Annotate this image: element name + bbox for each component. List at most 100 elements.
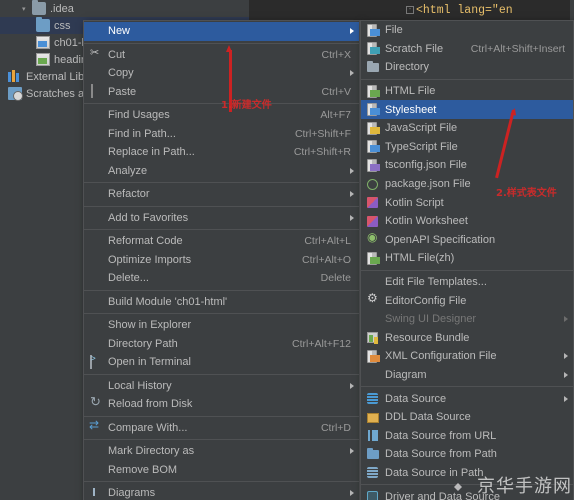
file-blue-icon	[367, 23, 380, 37]
blank-icon	[88, 319, 105, 332]
blank-icon	[88, 272, 105, 285]
submenu-separator	[361, 269, 573, 271]
submenu-item-tsconfig-json-file[interactable]: tsconfig.json File	[361, 156, 573, 175]
menu-item-reformat-code[interactable]: Reformat Code Ctrl+Alt+L	[84, 232, 359, 251]
menu-separator	[84, 373, 359, 375]
menu-item-local-history[interactable]: Local History	[84, 377, 359, 396]
blank-icon	[88, 445, 105, 458]
submenu-item-data-source[interactable]: Data Source	[361, 389, 573, 408]
menu-item-diagrams[interactable]: Diagrams	[84, 484, 359, 500]
compare-icon	[88, 418, 105, 434]
menu-item-show-in-explorer[interactable]: Show in Explorer	[84, 316, 359, 335]
menu-item-analyze[interactable]: Analyze	[84, 162, 359, 181]
ddl-data-source-icon	[367, 412, 379, 423]
blank-icon	[88, 164, 105, 177]
menu-item-build-module[interactable]: Build Module 'ch01-html'	[84, 293, 359, 312]
menu-item-remove-bom[interactable]: Remove BOM	[84, 461, 359, 480]
menu-item-optimize-imports[interactable]: Optimize Imports Ctrl+Alt+O	[84, 251, 359, 270]
directory-icon	[367, 60, 379, 72]
menu-item-compare-with[interactable]: Compare With... Ctrl+D	[84, 418, 359, 438]
submenu-item-xml-configuration-file[interactable]: XML Configuration File	[361, 347, 573, 366]
menu-item-reload-from-disk[interactable]: Reload from Disk	[84, 394, 359, 414]
submenu-item-javascript-file[interactable]: JavaScript File	[361, 119, 573, 138]
html-file-green-icon	[367, 251, 380, 265]
menu-item-mark-directory-as[interactable]: Mark Directory as	[84, 442, 359, 461]
blank-icon	[88, 295, 105, 308]
menu-item-delete[interactable]: Delete... Delete	[84, 269, 359, 288]
blank-icon	[88, 146, 105, 159]
blank-icon	[88, 253, 105, 266]
new-submenu: File Scratch File Ctrl+Alt+Shift+Insert …	[360, 20, 574, 500]
submenu-item-ddl-data-source[interactable]: DDL Data Source	[361, 408, 573, 427]
submenu-item-stylesheet[interactable]: Stylesheet	[361, 100, 573, 119]
menu-item-find-in-path[interactable]: Find in Path... Ctrl+Shift+F	[84, 125, 359, 144]
menu-item-refactor[interactable]: Refactor	[84, 185, 359, 204]
blank-icon	[88, 211, 105, 224]
menu-separator	[84, 289, 359, 291]
submenu-item-scratch-file[interactable]: Scratch File Ctrl+Alt+Shift+Insert	[361, 40, 573, 59]
terminal-icon	[90, 354, 92, 369]
blank-icon	[88, 188, 105, 201]
menu-item-add-to-favorites[interactable]: Add to Favorites	[84, 209, 359, 228]
driver-icon	[367, 491, 378, 500]
menu-item-open-in-terminal[interactable]: Open in Terminal	[84, 353, 359, 372]
chevron-down-icon[interactable]: ▾	[22, 5, 31, 13]
chevron-right-icon	[564, 353, 568, 360]
blank-icon	[88, 379, 105, 392]
tsconfig-icon	[367, 158, 380, 172]
kotlin-icon	[367, 197, 378, 209]
submenu-item-file[interactable]: File	[361, 21, 573, 40]
folder-icon	[367, 447, 379, 459]
menu-separator	[84, 229, 359, 230]
submenu-item-openapi-specification[interactable]: OpenAPI Specification	[361, 230, 573, 250]
resource-bundle-icon	[367, 332, 378, 344]
submenu-item-editorconfig-file[interactable]: EditorConfig File	[361, 291, 573, 310]
paste-icon	[91, 84, 93, 99]
menu-item-directory-path[interactable]: Directory Path Ctrl+Alt+F12	[84, 335, 359, 354]
submenu-item-edit-file-templates[interactable]: Edit File Templates...	[361, 273, 573, 292]
menu-separator	[84, 481, 359, 482]
blank-icon	[88, 463, 105, 476]
blank-icon	[88, 25, 105, 38]
chevron-right-icon	[350, 191, 354, 198]
menu-separator	[84, 313, 359, 314]
submenu-item-swing-ui-designer: Swing UI Designer	[361, 310, 573, 329]
menu-item-replace-in-path[interactable]: Replace in Path... Ctrl+Shift+R	[84, 143, 359, 162]
chevron-right-icon	[350, 214, 354, 221]
data-source-url-icon	[368, 430, 378, 442]
submenu-item-resource-bundle[interactable]: Resource Bundle	[361, 329, 573, 348]
menu-separator	[84, 415, 359, 417]
kotlin-icon	[367, 215, 378, 227]
chevron-right-icon	[350, 167, 354, 174]
submenu-separator	[361, 386, 573, 388]
blank-icon	[88, 127, 105, 140]
chevron-right-icon	[350, 70, 354, 77]
submenu-item-data-source-from-path[interactable]: Data Source from Path	[361, 445, 573, 464]
xml-config-icon	[367, 349, 380, 363]
chevron-right-icon	[564, 316, 568, 323]
code-fold-icon[interactable]: -	[406, 5, 414, 14]
submenu-item-data-source-from-url[interactable]: Data Source from URL	[361, 426, 573, 445]
chevron-right-icon	[350, 382, 354, 389]
javascript-file-icon	[367, 121, 380, 135]
menu-item-copy[interactable]: Copy	[84, 64, 359, 83]
editor-code-line: - <html lang="en	[406, 4, 513, 17]
submenu-item-html-file-zh[interactable]: HTML File(zh)	[361, 249, 573, 268]
menu-item-cut[interactable]: Cut Ctrl+X	[84, 46, 359, 65]
menu-item-new[interactable]: New	[84, 22, 359, 41]
reload-icon	[88, 394, 105, 411]
menu-separator	[84, 439, 359, 440]
stylesheet-icon	[367, 103, 380, 117]
submenu-item-directory[interactable]: Directory	[361, 58, 573, 77]
tree-item-label: css	[54, 19, 71, 32]
chevron-right-icon	[564, 395, 568, 402]
submenu-item-kotlin-worksheet[interactable]: Kotlin Worksheet	[361, 212, 573, 231]
submenu-item-typescript-file[interactable]: TypeScript File	[361, 138, 573, 157]
library-icon	[8, 70, 22, 83]
annotation-2-text: 2.样式表文件	[496, 188, 557, 199]
context-menu: New Cut Ctrl+X Copy Paste Ctrl+V Find Us…	[83, 20, 360, 500]
package-json-icon	[367, 178, 378, 190]
submenu-item-html-file[interactable]: HTML File	[361, 82, 573, 101]
submenu-item-diagram[interactable]: Diagram	[361, 366, 573, 385]
tree-item-idea[interactable]: ▾ .idea	[0, 0, 249, 17]
